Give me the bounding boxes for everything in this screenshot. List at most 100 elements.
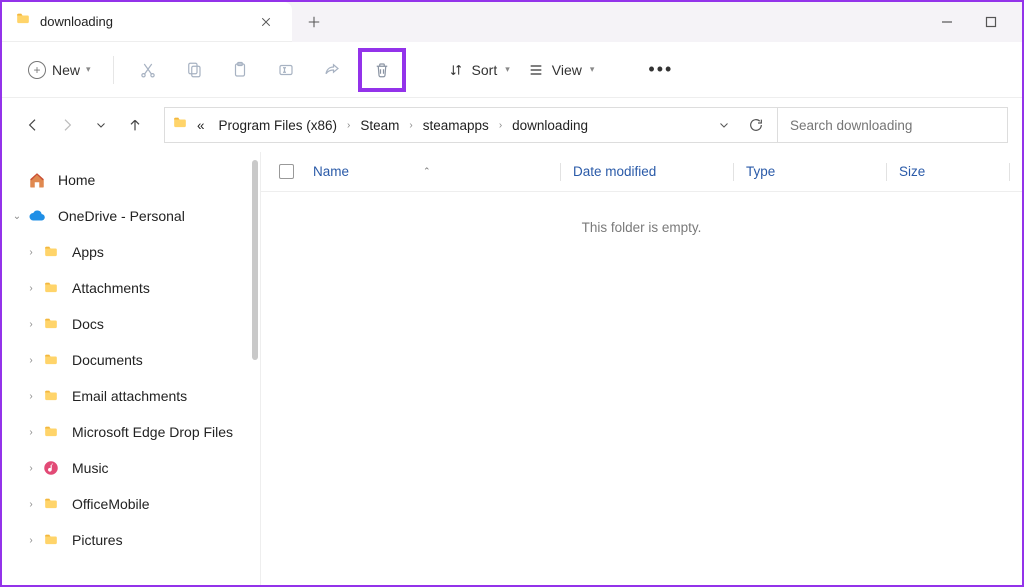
nav-scrollbar[interactable] <box>252 160 258 360</box>
rename-button[interactable] <box>266 52 306 88</box>
nav-folder-item[interactable]: › Apps <box>2 234 260 270</box>
titlebar: downloading <box>2 2 1022 42</box>
new-label: New <box>52 62 80 78</box>
new-button[interactable]: + New ▾ <box>20 57 99 83</box>
nav-onedrive[interactable]: ⌄ OneDrive - Personal <box>2 198 260 234</box>
paste-button[interactable] <box>220 52 260 88</box>
breadcrumb-item[interactable]: steamapps <box>417 115 495 136</box>
nav-label: Microsoft Edge Drop Files <box>72 424 233 440</box>
select-all-checkbox[interactable] <box>279 164 294 179</box>
folder-icon <box>42 497 60 511</box>
chevron-right-icon: › <box>497 120 504 131</box>
folder-icon <box>42 245 60 259</box>
column-size-header[interactable]: Size <box>899 164 1009 179</box>
tab-title: downloading <box>40 14 244 29</box>
nav-label: Pictures <box>72 532 123 548</box>
sort-caret-icon: ⌃ <box>423 166 431 177</box>
nav-label: Email attachments <box>72 388 187 404</box>
forward-button[interactable] <box>50 108 84 142</box>
chevron-down-icon: ▾ <box>590 64 595 75</box>
nav-folder-item[interactable]: › Music <box>2 450 260 486</box>
folder-icon <box>42 533 60 547</box>
column-date-header[interactable]: Date modified <box>573 164 733 179</box>
chevron-right-icon[interactable]: › <box>22 427 40 438</box>
chevron-right-icon[interactable]: › <box>22 391 40 402</box>
breadcrumb-overflow[interactable]: « <box>191 115 211 136</box>
chevron-right-icon[interactable]: › <box>22 283 40 294</box>
nav-folder-item[interactable]: › Pictures <box>2 522 260 558</box>
nav-label: OneDrive - Personal <box>58 208 185 224</box>
sort-button[interactable]: Sort ▾ <box>442 58 516 82</box>
chevron-right-icon: › <box>345 120 352 131</box>
nav-folder-item[interactable]: › Docs <box>2 306 260 342</box>
address-dropdown-button[interactable] <box>709 110 739 140</box>
nav-folder-item[interactable]: › OfficeMobile <box>2 486 260 522</box>
folder-icon <box>42 389 60 403</box>
explorer-tab[interactable]: downloading <box>2 2 292 42</box>
breadcrumb-item[interactable]: downloading <box>506 115 594 136</box>
plus-circle-icon: + <box>28 61 46 79</box>
chevron-right-icon[interactable]: › <box>22 535 40 546</box>
chevron-down-icon[interactable]: ⌄ <box>8 211 26 222</box>
refresh-button[interactable] <box>741 110 771 140</box>
back-button[interactable] <box>16 108 50 142</box>
nav-label: OfficeMobile <box>72 496 150 512</box>
more-button[interactable]: ••• <box>640 59 681 80</box>
nav-label: Attachments <box>72 280 150 296</box>
cloud-icon <box>28 207 46 225</box>
minimize-button[interactable] <box>940 15 954 29</box>
recent-locations-button[interactable] <box>84 108 118 142</box>
empty-folder-message: This folder is empty. <box>261 192 1022 235</box>
tab-close-button[interactable] <box>252 8 280 36</box>
music-icon <box>42 459 60 477</box>
cut-button[interactable] <box>128 52 168 88</box>
nav-folder-item[interactable]: › Documents <box>2 342 260 378</box>
breadcrumb-item[interactable]: Steam <box>354 115 405 136</box>
chevron-down-icon: ▾ <box>86 64 91 75</box>
breadcrumb-item[interactable]: Program Files (x86) <box>213 115 344 136</box>
folder-icon <box>14 12 32 31</box>
chevron-down-icon: ▾ <box>505 64 510 75</box>
home-icon <box>28 171 46 189</box>
column-headers: Name ⌃ Date modified Type Size <box>261 152 1022 192</box>
folder-icon <box>42 317 60 331</box>
maximize-button[interactable] <box>984 15 998 29</box>
nav-label: Home <box>58 172 95 188</box>
chevron-right-icon[interactable]: › <box>22 499 40 510</box>
address-bar[interactable]: « Program Files (x86) › Steam › steamapp… <box>164 107 778 143</box>
nav-folder-item[interactable]: › Attachments <box>2 270 260 306</box>
column-name-header[interactable]: Name ⌃ <box>313 164 560 179</box>
navigation-pane: Home ⌄ OneDrive - Personal › Apps › Attachm… <box>2 152 260 585</box>
content-pane: Name ⌃ Date modified Type Size This fold… <box>260 152 1022 585</box>
column-type-header[interactable]: Type <box>746 164 886 179</box>
nav-folder-item[interactable]: › Microsoft Edge Drop Files <box>2 414 260 450</box>
new-tab-button[interactable] <box>292 2 336 42</box>
view-button[interactable]: View ▾ <box>522 58 601 82</box>
delete-highlight <box>358 48 406 92</box>
folder-icon <box>42 281 60 295</box>
nav-home[interactable]: Home <box>2 162 260 198</box>
nav-folder-item[interactable]: › Email attachments <box>2 378 260 414</box>
chevron-right-icon[interactable]: › <box>22 355 40 366</box>
nav-label: Docs <box>72 316 104 332</box>
toolbar: + New ▾ Sort ▾ View ▾ ••• <box>2 42 1022 98</box>
share-button[interactable] <box>312 52 352 88</box>
folder-icon <box>42 353 60 367</box>
nav-label: Music <box>72 460 109 476</box>
search-input[interactable] <box>790 118 995 133</box>
folder-icon <box>42 425 60 439</box>
sort-label: Sort <box>472 62 498 78</box>
chevron-right-icon[interactable]: › <box>22 319 40 330</box>
nav-label: Documents <box>72 352 143 368</box>
chevron-right-icon[interactable]: › <box>22 247 40 258</box>
chevron-right-icon[interactable]: › <box>22 463 40 474</box>
address-row: « Program Files (x86) › Steam › steamapp… <box>2 98 1022 152</box>
chevron-right-icon: › <box>407 120 414 131</box>
up-button[interactable] <box>118 108 152 142</box>
delete-button[interactable] <box>364 54 400 86</box>
search-box[interactable] <box>778 107 1008 143</box>
nav-label: Apps <box>72 244 104 260</box>
copy-button[interactable] <box>174 52 214 88</box>
window-controls <box>940 2 1022 42</box>
folder-icon <box>171 116 189 135</box>
